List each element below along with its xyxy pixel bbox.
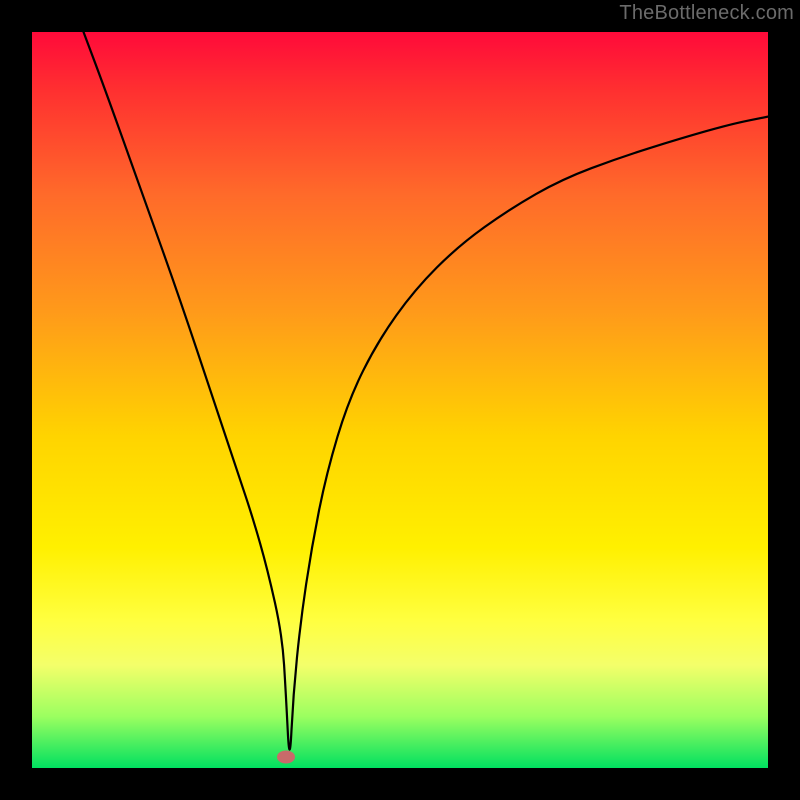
minimum-marker bbox=[277, 750, 295, 763]
plot-area bbox=[32, 32, 768, 768]
watermark-text: TheBottleneck.com bbox=[619, 2, 794, 25]
bottleneck-curve bbox=[32, 32, 768, 768]
chart-frame: TheBottleneck.com bbox=[0, 0, 800, 800]
